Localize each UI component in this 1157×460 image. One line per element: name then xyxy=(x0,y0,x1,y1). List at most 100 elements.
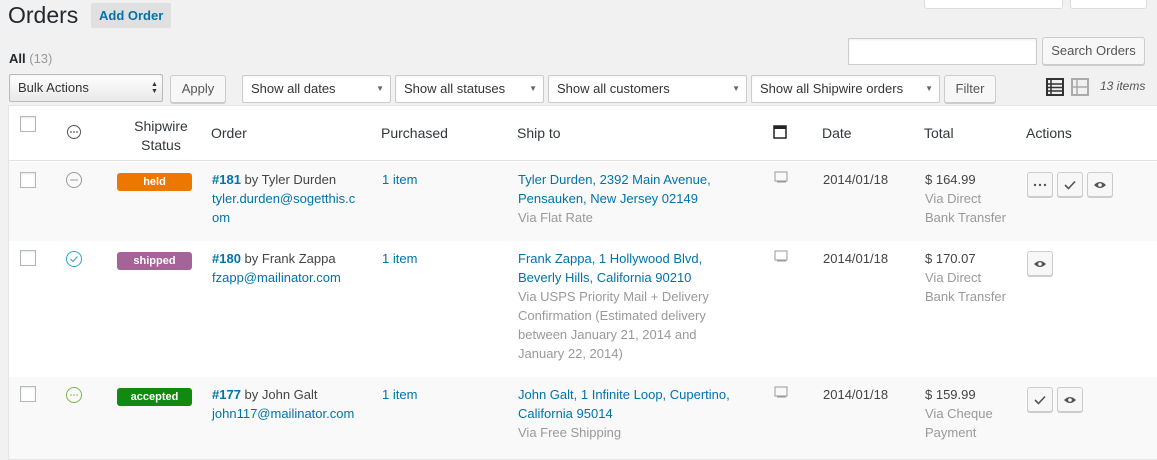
view-action-button[interactable] xyxy=(1057,387,1083,412)
items-count: 13 items xyxy=(1100,79,1146,93)
table-row: held #181 by Tyler Durden tyler.durden@s… xyxy=(9,162,1157,241)
ship-address-link[interactable]: Tyler Durden, 2392 Main Avenue, xyxy=(518,172,711,187)
ship-address-link-cont[interactable]: Beverly Hills, California 90210 xyxy=(518,270,691,285)
customer-note-icon xyxy=(774,171,788,183)
order-total: $ 159.99 xyxy=(925,387,976,402)
purchased-link[interactable]: 1 item xyxy=(382,385,417,404)
total-cell: $ 170.07 Via Direct Bank Transfer xyxy=(925,249,1020,306)
customer-email-link[interactable]: fzapp@mailinator.com xyxy=(212,270,341,285)
check-circle-icon xyxy=(66,251,82,267)
order-total: $ 170.07 xyxy=(925,251,976,266)
ship-to-cell: Tyler Durden, 2392 Main Avenue, Pensauke… xyxy=(518,170,758,227)
purchased-link[interactable]: 1 item xyxy=(382,170,417,189)
eye-icon xyxy=(1064,396,1076,403)
column-order[interactable]: Order xyxy=(211,125,247,141)
status-badge-label: shipped xyxy=(133,255,176,267)
notes-column-icon xyxy=(773,125,787,139)
screen-options-tab[interactable] xyxy=(924,0,1063,9)
select-all-checkbox[interactable] xyxy=(20,116,36,132)
filter-all-count: (13) xyxy=(29,51,53,66)
row-checkbox[interactable] xyxy=(20,250,36,266)
dropdown-arrow-icon: ▼ xyxy=(732,84,740,93)
view-action-button[interactable] xyxy=(1027,251,1053,276)
customers-value: Show all customers xyxy=(557,81,670,96)
shipping-method: Via USPS Priority Mail + Delivery xyxy=(518,289,709,304)
filter-all[interactable]: All (13) xyxy=(9,51,52,66)
order-cell: #177 by John Galt john117@mailinator.com xyxy=(212,385,372,423)
customer-email-link-cont[interactable]: om xyxy=(212,210,230,225)
shipwire-value: Show all Shipwire orders xyxy=(760,81,904,96)
statuses-value: Show all statuses xyxy=(404,81,506,96)
dropdown-arrow-icon: ▼ xyxy=(376,84,384,93)
excerpt-view-icon[interactable] xyxy=(1071,78,1089,96)
order-cell: #180 by Frank Zappa fzapp@mailinator.com xyxy=(212,249,372,287)
ship-to-cell: Frank Zappa, 1 Hollywood Blvd, Beverly H… xyxy=(518,249,758,363)
shipping-method-cont: January 22, 2014) xyxy=(518,346,623,361)
column-purchased[interactable]: Purchased xyxy=(381,125,448,141)
checkmark-icon xyxy=(1064,180,1076,190)
select-arrows-icon: ▲ ▼ xyxy=(151,81,158,95)
orders-table: Shipwire Status Order Purchased Ship to … xyxy=(8,105,1157,460)
dates-value: Show all dates xyxy=(251,81,336,96)
row-checkbox[interactable] xyxy=(20,386,36,402)
search-input[interactable] xyxy=(848,38,1037,65)
status-badge-label: held xyxy=(143,176,166,188)
shipwire-select[interactable]: Show all Shipwire orders ▼ xyxy=(751,75,940,103)
statuses-select[interactable]: Show all statuses ▼ xyxy=(395,75,544,103)
column-total[interactable]: Total xyxy=(924,125,954,141)
ship-to-cell: John Galt, 1 Infinite Loop, Cupertino, C… xyxy=(518,385,758,442)
apply-button[interactable]: Apply xyxy=(170,75,226,103)
add-order-button[interactable]: Add Order xyxy=(91,3,172,28)
table-row: accepted #177 by John Galt john117@maili… xyxy=(9,377,1157,459)
list-view-icon[interactable] xyxy=(1046,78,1064,96)
help-tab[interactable] xyxy=(1070,0,1147,9)
ship-address-link-cont[interactable]: California 95014 xyxy=(518,406,613,421)
purchased-link[interactable]: 1 item xyxy=(382,249,417,268)
ship-address-link-cont[interactable]: Pensauken, New Jersey 02149 xyxy=(518,191,698,206)
customer-email-link[interactable]: tyler.durden@sogetthis.c xyxy=(212,191,355,206)
column-date[interactable]: Date xyxy=(822,125,852,141)
shipping-method: Via Free Shipping xyxy=(518,425,622,440)
bulk-actions-select[interactable]: Bulk Actions ▲ ▼ xyxy=(9,74,163,102)
view-action-button[interactable] xyxy=(1087,172,1113,197)
complete-action-button[interactable] xyxy=(1057,172,1083,197)
ship-address-link[interactable]: Frank Zappa, 1 Hollywood Blvd, xyxy=(518,251,702,266)
status-badge: held xyxy=(117,173,192,191)
table-row: shipped #180 by Frank Zappa fzapp@mailin… xyxy=(9,241,1157,377)
order-date: 2014/01/18 xyxy=(823,387,889,402)
order-link[interactable]: #181 xyxy=(212,172,241,187)
complete-action-button[interactable] xyxy=(1027,387,1053,412)
checkmark-icon xyxy=(1034,395,1046,405)
customer-email-link[interactable]: john117@mailinator.com xyxy=(212,406,354,421)
page-title: Orders xyxy=(8,2,79,28)
customer-note-icon xyxy=(774,250,788,262)
row-checkbox[interactable] xyxy=(20,172,36,188)
order-total: $ 164.99 xyxy=(925,172,976,187)
processing-action-button[interactable] xyxy=(1027,172,1053,197)
order-customer: by Tyler Durden xyxy=(240,172,337,187)
ellipsis-circle-icon xyxy=(66,172,82,188)
order-link[interactable]: #177 xyxy=(212,387,241,402)
total-cell: $ 164.99 Via Direct Bank Transfer xyxy=(925,170,1020,227)
eye-icon xyxy=(1034,260,1046,267)
column-shipwire-status[interactable]: Shipwire Status xyxy=(121,117,201,155)
filter-button[interactable]: Filter xyxy=(944,75,996,103)
column-ship-to[interactable]: Ship to xyxy=(517,125,561,141)
search-orders-button[interactable]: Search Orders xyxy=(1042,37,1145,65)
column-actions: Actions xyxy=(1026,125,1072,141)
payment-method-cont: Payment xyxy=(925,425,977,440)
status-column-icon xyxy=(67,125,81,139)
payment-method: Via Cheque xyxy=(925,406,993,421)
order-link[interactable]: #180 xyxy=(212,251,241,266)
payment-method-cont: Bank Transfer xyxy=(925,289,1006,304)
order-customer: by Frank Zappa xyxy=(240,251,336,266)
ship-address-link[interactable]: John Galt, 1 Infinite Loop, Cupertino, xyxy=(518,387,730,402)
order-date: 2014/01/18 xyxy=(823,172,889,187)
table-header: Shipwire Status Order Purchased Ship to … xyxy=(9,106,1157,161)
shipping-method-cont: between January 21, 2014 and xyxy=(518,327,697,342)
customers-select[interactable]: Show all customers ▼ xyxy=(548,75,747,103)
dates-select[interactable]: Show all dates ▼ xyxy=(242,75,391,103)
status-badge: accepted xyxy=(117,388,192,406)
filter-all-label: All xyxy=(9,51,26,66)
order-customer: by John Galt xyxy=(240,387,318,402)
